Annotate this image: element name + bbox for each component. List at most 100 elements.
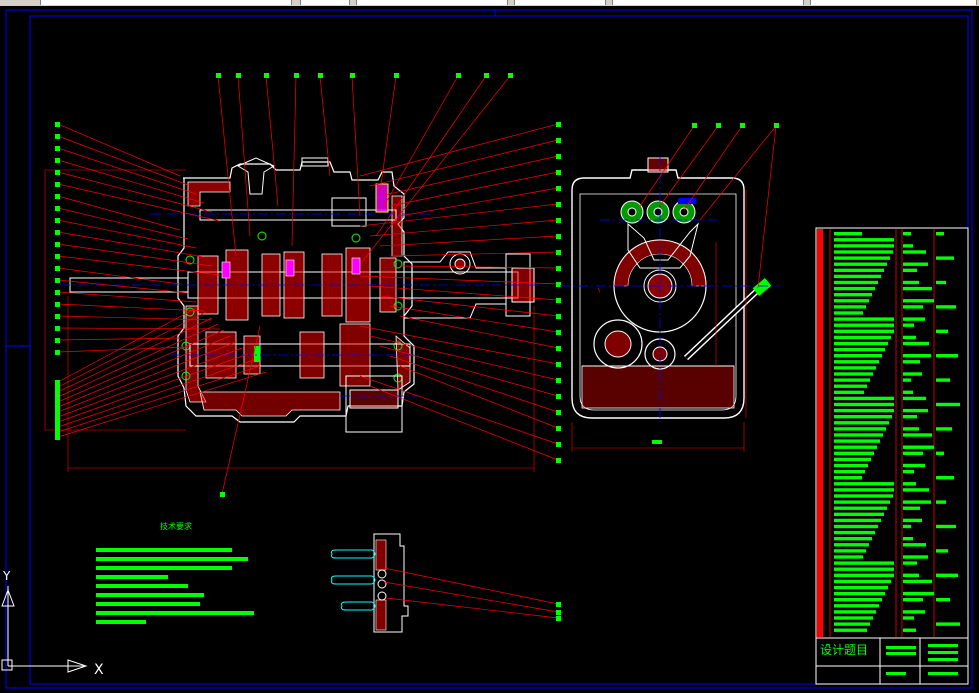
leader-line — [57, 291, 197, 303]
bom-name-cell — [834, 549, 866, 553]
title-block-fields — [886, 644, 958, 675]
end-section-view[interactable] — [560, 156, 780, 452]
leader-line — [379, 235, 559, 247]
bom-name-cell — [834, 286, 875, 291]
bom-material-cell — [903, 482, 916, 486]
leader-line — [361, 75, 511, 263]
bom-material-cell — [903, 305, 923, 309]
detail-view[interactable] — [331, 533, 562, 633]
bom-material-cell — [903, 317, 925, 321]
tech-note-line — [96, 575, 168, 579]
balloon — [55, 134, 60, 139]
main-section-view[interactable] — [44, 157, 540, 472]
bom-material-cell — [903, 396, 926, 401]
lineweight-dropdown[interactable] — [514, 0, 606, 5]
leader-line — [57, 303, 205, 312]
design-title-label: 设计题目 — [820, 643, 868, 657]
tech-note-line — [96, 566, 232, 570]
title-block[interactable]: 设计题目 — [815, 637, 969, 685]
bom-name-cell — [834, 439, 880, 443]
bom-note-cell — [936, 573, 958, 577]
linetype-dropdown[interactable] — [356, 0, 508, 5]
balloon — [556, 330, 561, 335]
bom-name-cell — [834, 421, 889, 425]
bom-material-cell — [903, 390, 913, 394]
balloon — [55, 350, 60, 355]
balloon — [55, 410, 60, 415]
color-dropdown[interactable] — [300, 0, 350, 5]
balloon — [55, 266, 60, 271]
balloon — [556, 442, 561, 447]
balloon — [318, 73, 323, 78]
leader-line — [359, 123, 559, 177]
leader-line — [57, 195, 181, 231]
balloon — [556, 250, 561, 255]
balloon — [556, 186, 561, 191]
bom-name-cell — [834, 433, 883, 437]
plotstyle-dropdown[interactable] — [612, 0, 804, 5]
balloon — [55, 380, 60, 385]
bom-note-cell — [936, 305, 956, 309]
balloon — [55, 122, 60, 127]
detail-balloons[interactable] — [556, 602, 561, 621]
bom-material-cell — [903, 354, 931, 358]
bom-material-cell — [903, 378, 911, 382]
bom-name-cell — [834, 335, 891, 340]
bom-name-cell — [834, 512, 884, 516]
bom-name-cell — [834, 628, 867, 632]
balloon — [55, 390, 60, 395]
leader-line — [369, 385, 559, 461]
command-dropdown[interactable] — [810, 0, 977, 5]
selector-block — [331, 197, 367, 227]
balloon — [264, 73, 269, 78]
bom-name-cell — [834, 476, 862, 480]
bom-name-cell — [834, 274, 881, 279]
bom-name-cell — [834, 494, 893, 498]
bom-note-cell — [936, 476, 954, 480]
layer-dropdown[interactable] — [40, 0, 292, 5]
ucs-x-label: X — [94, 662, 104, 678]
balloon — [350, 73, 355, 78]
balloon — [55, 242, 60, 247]
balloon — [556, 234, 561, 239]
parts-list[interactable] — [815, 227, 969, 639]
dipstick-core — [684, 286, 762, 360]
leader-line — [217, 75, 237, 257]
balloon — [556, 138, 561, 143]
bom-name-cell — [834, 598, 882, 602]
balloon — [55, 415, 60, 420]
bom-note-cell — [936, 598, 950, 602]
leader-line — [57, 279, 189, 294]
bom-material-cell — [903, 518, 922, 523]
model-space-canvas[interactable]: 技术要求 设计题目 Y X — [0, 6, 979, 693]
bom-material-cell — [903, 335, 916, 340]
bom-name-cell — [834, 518, 881, 523]
leader-line — [57, 353, 249, 423]
bom-material-cell — [903, 500, 931, 504]
balloon — [716, 123, 721, 128]
balloon — [556, 346, 561, 351]
technical-notes: 技术要求 — [96, 521, 254, 624]
bom-name-cell — [834, 347, 885, 352]
bom-note-cell — [936, 427, 952, 431]
leader-line — [319, 75, 331, 177]
end-cap-top — [647, 157, 669, 173]
bom-material-cell — [903, 506, 920, 510]
end-view-balloons[interactable] — [692, 123, 779, 128]
bom-name-cell — [834, 610, 876, 614]
balloon — [55, 338, 60, 343]
bom-material-cell — [903, 232, 911, 236]
bom-material-cell — [903, 555, 928, 559]
leader-line — [265, 75, 279, 207]
balloon — [556, 378, 561, 383]
end-dim-text — [652, 440, 662, 444]
balloon — [55, 400, 60, 405]
bom-name-cell — [834, 530, 875, 535]
leader-line — [389, 171, 559, 207]
cad-drawing[interactable]: 技术要求 设计题目 Y X — [0, 6, 979, 693]
balloon — [556, 298, 561, 303]
leader-line — [57, 305, 201, 383]
bom-note-cell — [936, 256, 954, 260]
bom-name-cell — [834, 323, 894, 327]
bom-name-cell — [834, 390, 864, 394]
